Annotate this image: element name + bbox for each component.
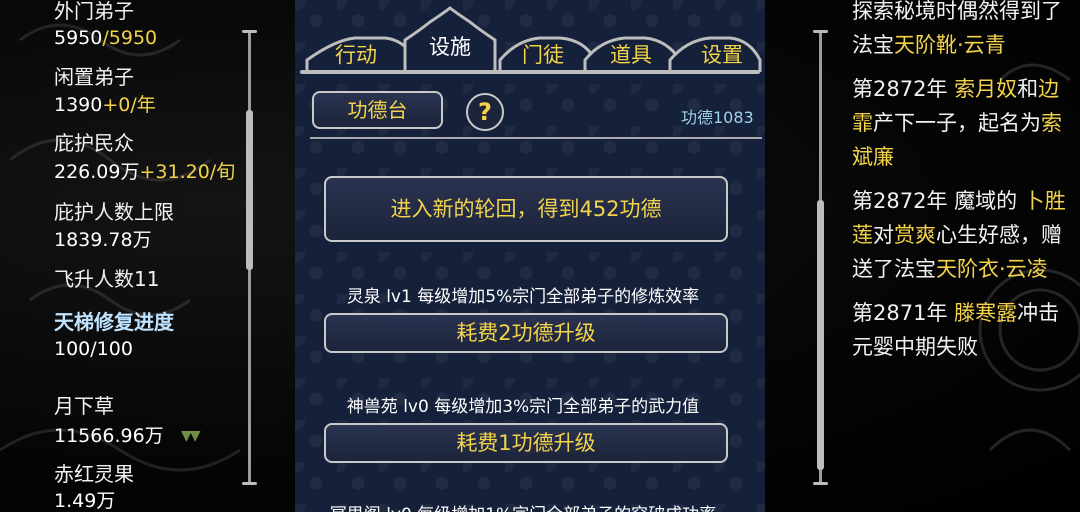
center-scrollbar-top-cap — [813, 30, 828, 33]
left-scrollbar-thumb[interactable] — [246, 110, 253, 270]
left-scrollbar[interactable] — [242, 30, 257, 485]
protect-limit-label: 庇护人数上限 — [54, 200, 174, 224]
reincarnate-button[interactable]: 进入新的轮回，得到452功德 — [324, 176, 728, 242]
idle-disciples-label: 闲置弟子 — [54, 65, 134, 89]
center-scrollbar-thumb[interactable] — [817, 200, 824, 470]
item-name: 天阶靴·云青 — [894, 33, 1006, 57]
protect-limit-value: 1839.78万 — [54, 229, 152, 251]
meditation-hall-desc: 冥思阁 lv0 每级增加1%宗门全部弟子的突破成功率 — [298, 500, 748, 512]
center-scrollbar-bottom-cap — [813, 482, 828, 485]
protected-people-value: 226.09万+31.20/旬 — [54, 161, 236, 183]
fruit-label: 赤红灵果 — [54, 462, 134, 486]
center-scrollbar[interactable] — [813, 30, 828, 485]
header-divider — [310, 137, 762, 139]
beast-garden-upgrade-button[interactable]: 耗费1功德升级 — [324, 423, 728, 463]
tab-facilities[interactable]: 设施 — [404, 10, 496, 70]
collapse-arrows-icon[interactable]: ▼▼ — [181, 428, 200, 444]
log-entry: 第2872年 索月奴和边霏产下一子，起名为索斌廉 — [852, 77, 1062, 169]
outer-disciples-label: 外门弟子 — [54, 0, 134, 23]
tab-actions[interactable]: 行动 — [310, 38, 402, 72]
log-entry: 第2872年 魔域的 卜胜莲对赏爽心生好感，赠送了法宝天阶衣·云凌 — [852, 189, 1066, 281]
merit-counter: 功德1083 — [681, 108, 754, 127]
tab-items[interactable]: 道具 — [585, 38, 677, 72]
merit-altar-button[interactable]: 功德台 — [312, 91, 443, 129]
fruit-value: 1.49万 — [54, 490, 116, 512]
left-scrollbar-top-cap — [242, 30, 257, 33]
log-entry: 第2871年 滕寒露冲击元婴中期失败 — [852, 301, 1060, 359]
help-button[interactable]: ? — [466, 93, 504, 131]
tab-disciples[interactable]: 门徒 — [497, 38, 589, 72]
question-icon: ? — [478, 98, 492, 126]
idle-disciples-value: 1390+0/年 — [54, 94, 156, 116]
event-log: 探索秘境时偶然得到了法宝天阶靴·云青 第2872年 索月奴和边霏产下一子，起名为… — [852, 0, 1067, 364]
tab-settings[interactable]: 设置 — [676, 38, 768, 72]
protected-people-label: 庇护民众 — [54, 131, 134, 155]
ascended-count: 飞升人数11 — [54, 267, 160, 291]
log-entry: 探索秘境时偶然得到了法宝天阶靴·云青 — [852, 0, 1062, 57]
herb-value: 11566.96万 — [54, 425, 164, 447]
outer-disciples-value: 5950/5950 — [54, 27, 158, 49]
spring-desc: 灵泉 lv1 每级增加5%宗门全部弟子的修炼效率 — [346, 287, 700, 307]
ladder-progress-value: 100/100 — [54, 338, 133, 360]
herb-label: 月下草 — [54, 394, 114, 418]
left-scrollbar-bottom-cap — [242, 482, 257, 485]
game-screen: 外门弟子 5950/5950 闲置弟子 1390+0/年 庇护民众 226.09… — [0, 0, 1080, 512]
spring-upgrade-button[interactable]: 耗费2功德升级 — [324, 313, 728, 353]
ladder-progress-label: 天梯修复进度 — [54, 310, 174, 334]
beast-garden-desc: 神兽苑 lv0 每级增加3%宗门全部弟子的武力值 — [346, 397, 700, 417]
